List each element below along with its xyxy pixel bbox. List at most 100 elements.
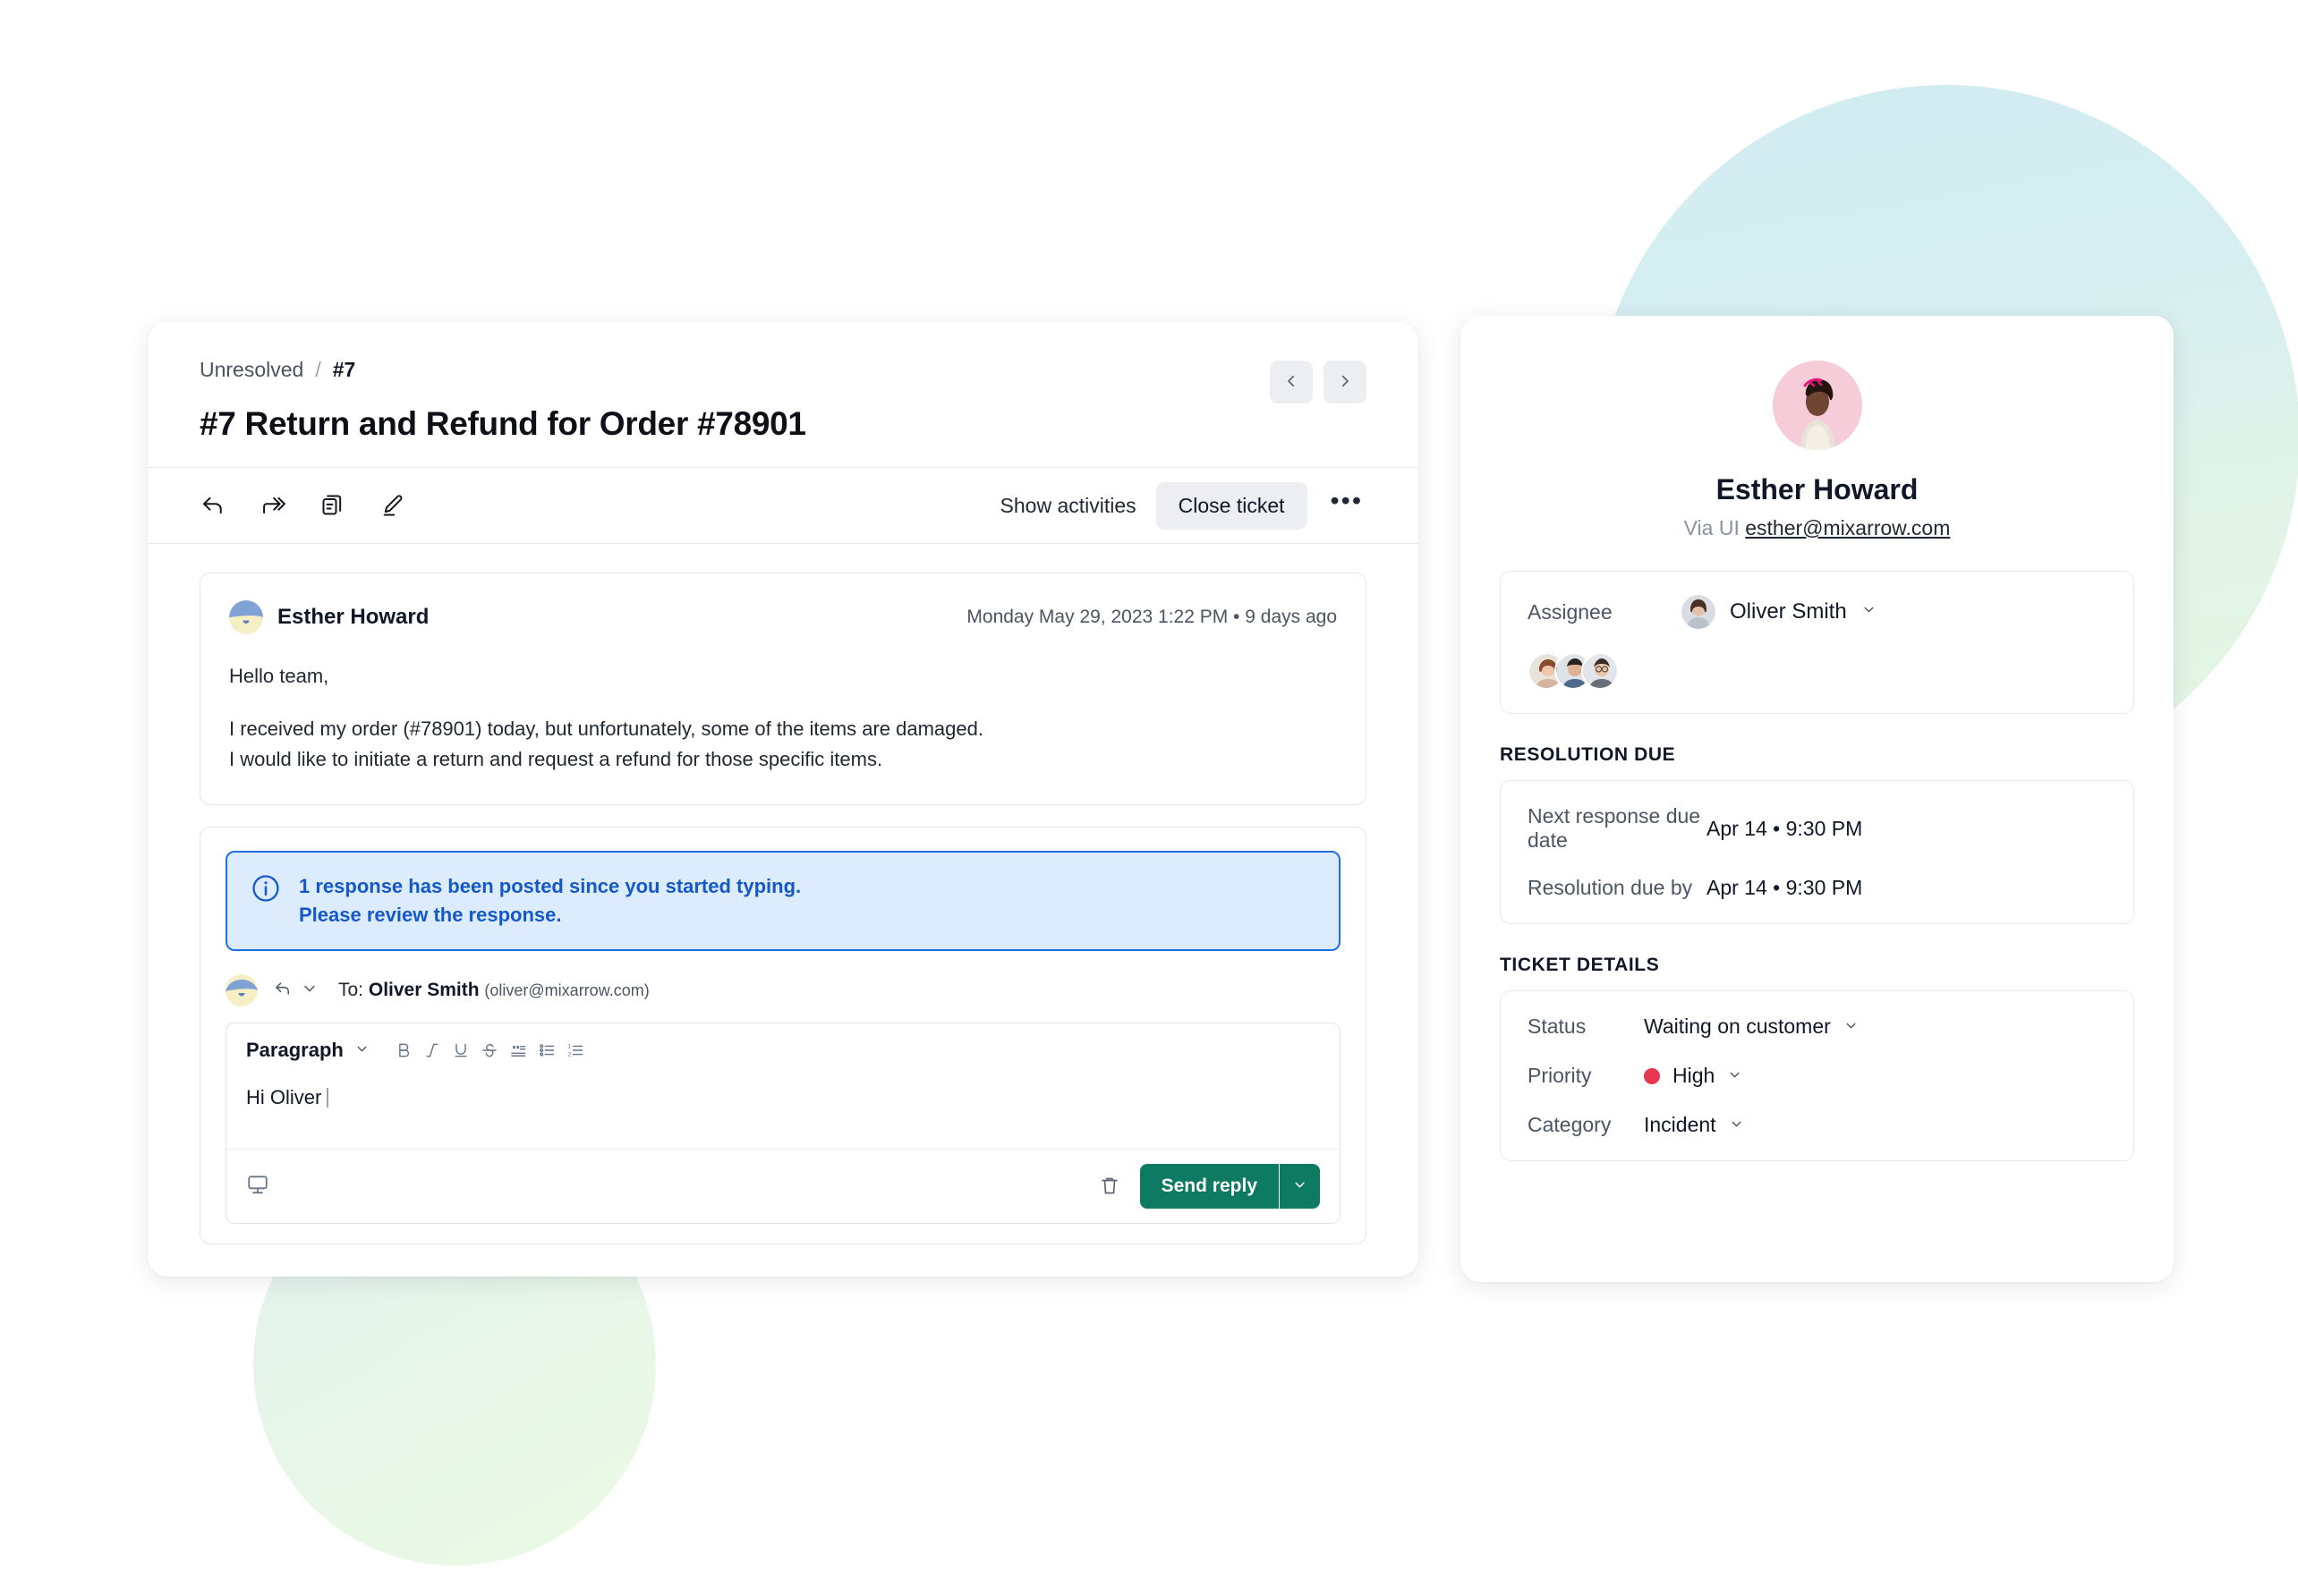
category-value: Incident <box>1644 1113 1716 1136</box>
rich-text-editor: Paragraph 1 2 Hi Oliver <box>226 1023 1340 1150</box>
chevron-down-icon <box>301 980 319 1002</box>
category-label: Category <box>1528 1113 1612 1136</box>
status-select[interactable]: Waiting on customer <box>1644 1014 1859 1039</box>
chevron-down-icon <box>1861 602 1877 622</box>
resolution-due-value: Apr 14 • 9:30 PM <box>1706 876 1863 899</box>
recipient-prefix: To: <box>338 980 364 1001</box>
contact-channel: Via UI esther@mixarrow.com <box>1460 516 2174 540</box>
message-body: Hello team, I received my order (#78901)… <box>229 661 1337 774</box>
chevron-left-icon <box>1283 373 1299 392</box>
category-select[interactable]: Incident <box>1644 1113 1744 1137</box>
send-reply-group: Send reply <box>1139 1164 1320 1210</box>
info-icon <box>251 873 281 904</box>
recipient-email: (oliver@mixarrow.com) <box>484 981 650 1000</box>
blockquote-button[interactable] <box>504 1036 532 1065</box>
more-options-button[interactable]: ••• <box>1327 488 1366 514</box>
composer-footer: Send reply <box>226 1149 1340 1225</box>
breadcrumb: Unresolved / #7 <box>200 358 1366 382</box>
send-reply-button[interactable]: Send reply <box>1139 1164 1279 1210</box>
ticket-pagination <box>1270 361 1366 403</box>
action-bar-right: Show activities Close ticket ••• <box>1000 481 1366 530</box>
message-timestamp: Monday May 29, 2023 1:22 PM • 9 days ago <box>966 607 1337 627</box>
trash-icon <box>1099 1177 1120 1199</box>
ticket-action-bar: Show activities Close ticket ••• <box>148 468 1418 543</box>
underline-button[interactable] <box>447 1036 475 1065</box>
message-greeting: Hello team, <box>229 665 329 687</box>
resolution-due-section-title: RESOLUTION DUE <box>1500 744 1676 765</box>
add-note-icon[interactable] <box>319 492 346 519</box>
text-caret <box>327 1088 329 1108</box>
prev-ticket-button[interactable] <box>1270 361 1313 403</box>
next-response-label: Next response due date <box>1528 804 1701 852</box>
chevron-down-icon <box>1843 1014 1859 1039</box>
forward-icon[interactable] <box>260 492 286 519</box>
svg-text:2: 2 <box>567 1052 571 1058</box>
recipient-row: To: Oliver Smith (oliver@mixarrow.com) <box>226 974 1340 1007</box>
send-options-button[interactable] <box>1279 1164 1320 1210</box>
assignee-avatar <box>1681 595 1715 629</box>
action-icon-group <box>200 492 406 519</box>
priority-select[interactable]: High <box>1644 1064 1742 1088</box>
resolution-row-next-response: Next response due date Apr 14 • 9:30 PM <box>1528 804 2106 853</box>
assignee-row: Assignee Oliver Smith <box>1528 595 2106 629</box>
show-activities-button[interactable]: Show activities <box>1000 494 1136 518</box>
priority-row: Priority High <box>1528 1064 2106 1088</box>
screen-share-button[interactable] <box>246 1173 269 1201</box>
message-line-1: I received my order (#78901) today, but … <box>229 717 983 741</box>
status-row: Status Waiting on customer <box>1528 1014 2106 1039</box>
contact-email-link[interactable]: esther@mixarrow.com <box>1745 516 1950 539</box>
reply-body-text: Hi Oliver <box>246 1086 322 1109</box>
reply-mode-toggle[interactable] <box>274 980 319 1002</box>
message-author: Esther Howard <box>277 605 430 629</box>
assignee-select[interactable]: Oliver Smith <box>1681 595 1877 629</box>
strikethrough-button[interactable] <box>475 1036 504 1065</box>
edit-icon[interactable] <box>379 492 406 519</box>
chevron-down-icon <box>354 1039 370 1062</box>
composer-footer-actions: Send reply <box>1099 1164 1320 1210</box>
priority-value: High <box>1672 1064 1715 1087</box>
ticket-details-card: Esther Howard Via UI esther@mixarrow.com… <box>1460 316 2174 1282</box>
chevron-right-icon <box>1337 373 1353 392</box>
message-header: Esther Howard Monday May 29, 2023 1:22 P… <box>229 600 1337 634</box>
next-response-value: Apr 14 • 9:30 PM <box>1706 816 1863 840</box>
collaborator-avatar-3 <box>1581 652 1619 690</box>
chevron-down-icon <box>1729 1113 1744 1137</box>
resolution-due-label: Resolution due by <box>1528 876 1693 899</box>
assignee-name: Oliver Smith <box>1730 599 1847 624</box>
conversation-area: Esther Howard Monday May 29, 2023 1:22 P… <box>148 544 1418 1245</box>
bulleted-list-button[interactable] <box>532 1036 561 1065</box>
chevron-down-icon <box>1727 1064 1742 1088</box>
resolution-row-due-by: Resolution due by Apr 14 • 9:30 PM <box>1528 876 2106 900</box>
priority-label: Priority <box>1528 1064 1592 1087</box>
numbered-list-button[interactable]: 12 <box>561 1036 590 1065</box>
next-ticket-button[interactable] <box>1323 361 1366 403</box>
priority-dot-icon <box>1644 1067 1660 1084</box>
close-ticket-button[interactable]: Close ticket <box>1155 481 1307 530</box>
new-response-alert: 1 response has been posted since you sta… <box>226 851 1340 952</box>
reply-icon[interactable] <box>200 492 226 519</box>
reply-arrow-icon <box>274 980 292 1002</box>
status-value: Waiting on customer <box>1644 1014 1831 1038</box>
contact-avatar <box>1772 361 1862 450</box>
status-label: Status <box>1528 1014 1587 1038</box>
assignee-label: Assignee <box>1528 599 1613 624</box>
collaborators-avatar-stack[interactable] <box>1528 652 2106 690</box>
breadcrumb-current: #7 <box>332 358 356 381</box>
ticket-details-section-title: TICKET DETAILS <box>1500 955 1660 975</box>
reply-composer: 1 response has been posted since you sta… <box>200 827 1366 1245</box>
resolution-due-panel: Next response due date Apr 14 • 9:30 PM … <box>1500 780 2134 924</box>
ticket-header: Unresolved / #7 #7 Return and Refund for… <box>148 322 1418 467</box>
ticket-details-panel: Status Waiting on customer Priority High <box>1500 990 2134 1161</box>
reply-body-input[interactable]: Hi Oliver <box>226 1077 1340 1149</box>
discard-draft-button[interactable] <box>1099 1175 1120 1199</box>
bold-button[interactable] <box>389 1036 418 1065</box>
ticket-card: Unresolved / #7 #7 Return and Refund for… <box>148 322 1418 1277</box>
block-format-select[interactable]: Paragraph <box>246 1039 370 1062</box>
alert-text-wrapper: 1 response has been posted since you sta… <box>299 872 801 930</box>
recipient-text: To: Oliver Smith (oliver@mixarrow.com) <box>338 980 650 1001</box>
italic-button[interactable] <box>418 1036 447 1065</box>
breadcrumb-separator: / <box>315 358 321 381</box>
breadcrumb-parent[interactable]: Unresolved <box>200 358 303 382</box>
assignee-panel: Assignee Oliver Smith <box>1500 571 2134 714</box>
